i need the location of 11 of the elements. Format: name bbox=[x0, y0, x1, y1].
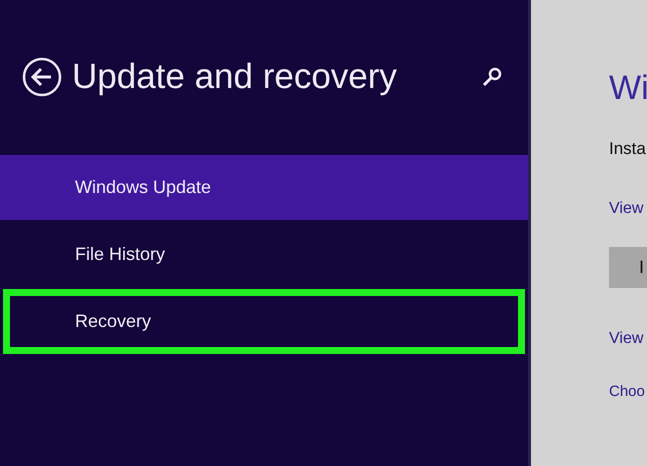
view-link[interactable]: View bbox=[609, 328, 644, 350]
section-heading: Wi bbox=[609, 70, 647, 106]
page-title: Update and recovery bbox=[72, 59, 397, 94]
action-button[interactable]: I bbox=[609, 247, 647, 288]
view-link[interactable]: View bbox=[609, 198, 644, 220]
nav-item[interactable]: Windows Update bbox=[0, 155, 528, 220]
back-icon[interactable] bbox=[22, 56, 62, 96]
status-text: Insta bbox=[609, 138, 646, 160]
nav-item[interactable]: Recovery bbox=[3, 289, 525, 354]
choose-link[interactable]: Choo bbox=[609, 381, 645, 403]
search-icon[interactable] bbox=[482, 66, 502, 86]
